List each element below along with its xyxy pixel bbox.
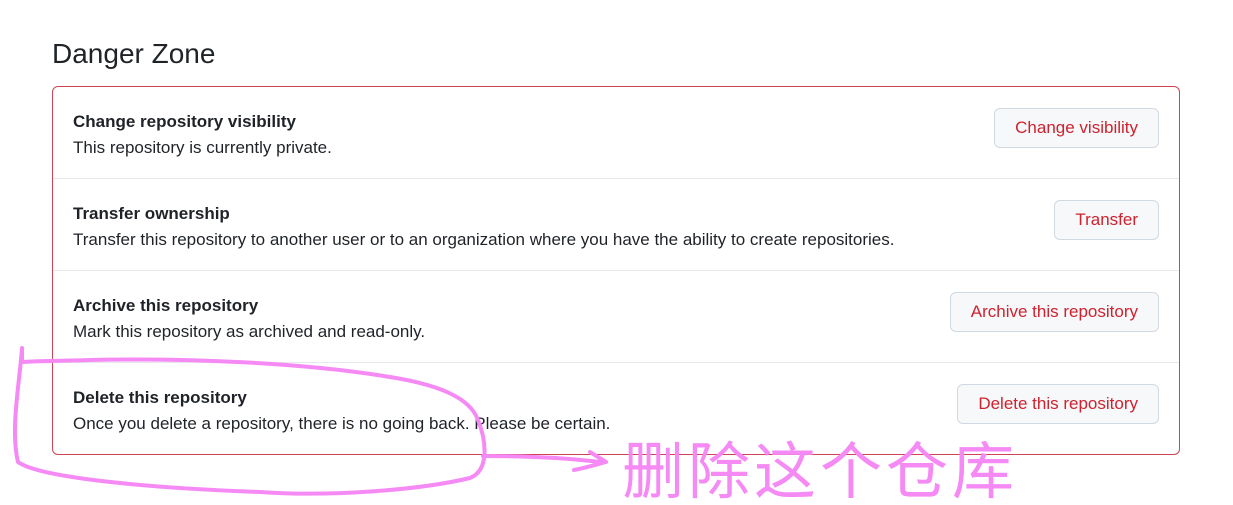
danger-zone-box: Change repository visibility This reposi…: [52, 86, 1180, 455]
danger-zone-heading: Danger Zone: [52, 38, 216, 69]
row-description: This repository is currently private.: [73, 138, 332, 157]
row-change-visibility: Change repository visibility This reposi…: [53, 87, 1179, 179]
transfer-button[interactable]: Transfer: [1054, 200, 1159, 240]
change-visibility-button[interactable]: Change visibility: [994, 108, 1159, 148]
row-description: Mark this repository as archived and rea…: [73, 322, 426, 341]
row-title: Change repository visibility: [73, 112, 296, 131]
row-description: Once you delete a repository, there is n…: [73, 414, 611, 433]
archive-repository-button[interactable]: Archive this repository: [949, 292, 1159, 332]
row-archive-repository: Archive this repository Mark this reposi…: [53, 271, 1179, 363]
delete-repository-button[interactable]: Delete this repository: [957, 384, 1159, 424]
row-transfer-ownership: Transfer ownership Transfer this reposit…: [53, 179, 1179, 271]
row-delete-repository: Delete this repository Once you delete a…: [53, 363, 1179, 455]
row-title: Delete this repository: [73, 388, 247, 407]
row-description: Transfer this repository to another user…: [73, 230, 895, 249]
row-title: Transfer ownership: [73, 204, 230, 223]
row-title: Archive this repository: [73, 296, 259, 315]
